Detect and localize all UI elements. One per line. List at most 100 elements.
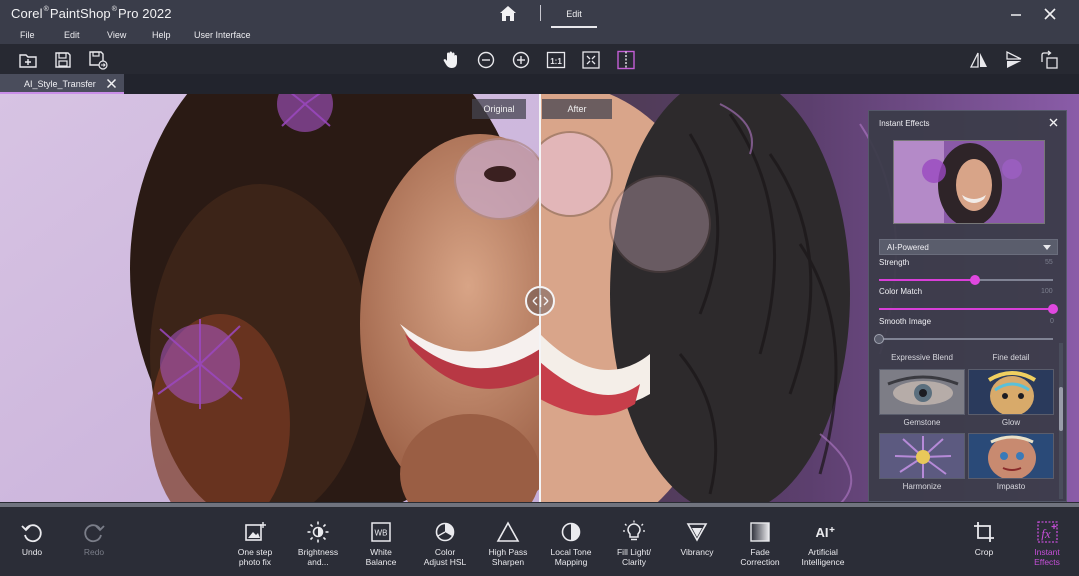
save-icon	[55, 52, 71, 68]
color-match-slider-thumb[interactable]	[1048, 304, 1058, 314]
menu-help[interactable]: Help	[152, 30, 171, 40]
white-balance-button[interactable]: WB White Balance	[350, 520, 412, 572]
redo-button[interactable]: Redo	[63, 520, 125, 572]
menu-edit[interactable]: Edit	[64, 30, 80, 40]
instant-effects-panel: Instant Effects AI-Powered Strength 55 C…	[868, 110, 1067, 502]
vibrancy-button[interactable]: Vibrancy	[666, 520, 728, 572]
strength-slider[interactable]	[879, 275, 1053, 285]
undo-icon	[21, 524, 42, 543]
local-tone-line-2: Mapping	[554, 557, 588, 567]
color-match-slider-fill	[879, 308, 1053, 310]
redo-label: Redo	[83, 547, 105, 557]
fit-window-icon	[582, 51, 600, 69]
document-tab-row: AI_Style_Transfer	[0, 74, 1079, 94]
new-file-button[interactable]	[18, 50, 38, 70]
preset-scrollbar-thumb[interactable]	[1059, 387, 1063, 431]
smooth-image-label: Smooth Image	[879, 317, 932, 326]
original-photo	[0, 94, 540, 504]
menu-file[interactable]: File	[20, 30, 35, 40]
fade-line-1: Fade	[750, 547, 770, 557]
smooth-image-slider[interactable]	[874, 334, 1053, 344]
app-title-version: Pro 2022	[118, 6, 172, 21]
brightness-button[interactable]: Brightness and...	[287, 520, 349, 572]
vibrancy-icon	[686, 523, 708, 542]
instant-effects-line-2: Effects	[1034, 557, 1060, 567]
close-window-button[interactable]	[1042, 6, 1058, 22]
white-balance-line-2: Balance	[365, 557, 397, 567]
document-tab[interactable]: AI_Style_Transfer	[0, 74, 124, 94]
zoom-in-button[interactable]	[511, 50, 531, 70]
title-separator	[540, 5, 541, 21]
color-match-value: 100	[1041, 288, 1053, 295]
effect-category-dropdown[interactable]: AI-Powered	[879, 239, 1058, 255]
preset-glow[interactable]	[968, 369, 1054, 415]
artificial-intelligence-button[interactable]: AI Artificial Intelligence	[792, 520, 854, 572]
pan-tool-button[interactable]	[441, 50, 461, 70]
strength-slider-thumb[interactable]	[969, 275, 980, 285]
preset-expressive-blend-label[interactable]: Expressive Blend	[879, 353, 965, 362]
white-balance-line-1: White	[370, 547, 392, 557]
registered-mark: ®	[43, 6, 49, 13]
fit-to-window-button[interactable]	[581, 50, 601, 70]
flip-horizontal-button[interactable]	[969, 50, 989, 70]
brightness-line-1: Brightness	[297, 547, 339, 557]
local-tone-mapping-button[interactable]: Local Tone Mapping	[540, 520, 602, 572]
split-arrows-icon	[532, 295, 549, 307]
undo-button[interactable]: Undo	[1, 520, 63, 572]
close-tab-icon[interactable]	[106, 78, 117, 89]
effect-preset-grid: Expressive Blend Fine detail Gemstone Gl…	[879, 343, 1055, 501]
brightness-label: Brightness and...	[287, 547, 349, 567]
home-button[interactable]	[498, 5, 518, 23]
strength-value: 55	[1045, 259, 1053, 266]
save-as-button[interactable]	[88, 50, 108, 70]
high-pass-label: High Pass Sharpen	[477, 547, 539, 567]
ai-icon: AI	[816, 525, 835, 540]
flip-vertical-button[interactable]	[1004, 50, 1024, 70]
preset-scrollbar[interactable]	[1059, 343, 1063, 499]
color-adjust-hsl-button[interactable]: Color Adjust HSL	[414, 520, 476, 572]
color-match-slider[interactable]	[879, 304, 1058, 314]
fx-icon: fx	[1037, 521, 1058, 543]
rotate-button[interactable]	[1039, 50, 1059, 70]
document-tab-label: AI_Style_Transfer	[24, 79, 96, 89]
fx-icon-text: fx	[1041, 526, 1051, 541]
one-step-photo-fix-label: One step photo fix	[224, 547, 286, 567]
preset-impasto-label: Impasto	[996, 482, 1026, 491]
canvas-scrollbar-thumb[interactable]	[0, 503, 1079, 507]
white-balance-label: White Balance	[350, 547, 412, 567]
preset-harmonize[interactable]	[879, 433, 965, 479]
preset-glow-label: Glow	[1001, 418, 1021, 427]
fill-light-clarity-button[interactable]: Fill Light/Clarity	[603, 520, 665, 572]
crop-button[interactable]: Crop	[953, 520, 1015, 572]
fade-gradient-icon	[750, 522, 770, 542]
rotate-icon	[1041, 50, 1058, 69]
flip-horizontal-icon	[969, 52, 987, 68]
zoom-out-button[interactable]	[476, 50, 496, 70]
instant-effects-label: Instant Effects	[1016, 547, 1078, 567]
fade-correction-button[interactable]: Fade Correction	[729, 520, 791, 572]
tab-edit[interactable]: Edit	[551, 0, 597, 28]
preset-impasto[interactable]	[968, 433, 1054, 479]
zoom-in-icon	[512, 51, 530, 69]
high-pass-sharpen-button[interactable]: High Pass Sharpen	[477, 520, 539, 572]
preset-harmonize-label: Harmonize	[902, 482, 942, 491]
svg-text:1:1: 1:1	[550, 57, 562, 66]
fill-light-line-2: Clarity	[621, 557, 647, 567]
white-balance-icon-text: WB	[375, 529, 388, 538]
actual-size-button[interactable]: 1:1	[546, 50, 566, 70]
preset-fine-detail-label[interactable]: Fine detail	[968, 353, 1054, 362]
instant-effects-button[interactable]: fx Instant Effects	[1016, 520, 1078, 572]
close-panel-icon[interactable]	[1048, 117, 1059, 128]
compare-view-button[interactable]	[616, 50, 636, 70]
compare-split-handle[interactable]	[525, 286, 555, 316]
effect-preview	[893, 140, 1045, 224]
save-button[interactable]	[53, 50, 73, 70]
minimize-button[interactable]	[1008, 6, 1024, 22]
menu-user-interface[interactable]: User Interface	[194, 30, 251, 40]
preset-gemstone[interactable]	[879, 369, 965, 415]
color-match-label: Color Match	[879, 287, 923, 296]
one-step-photo-fix-button[interactable]: One step photo fix	[224, 520, 286, 572]
app-title-brand: Corel	[11, 6, 43, 21]
fill-light-label: Fill Light/Clarity	[603, 547, 665, 567]
menu-view[interactable]: View	[107, 30, 126, 40]
